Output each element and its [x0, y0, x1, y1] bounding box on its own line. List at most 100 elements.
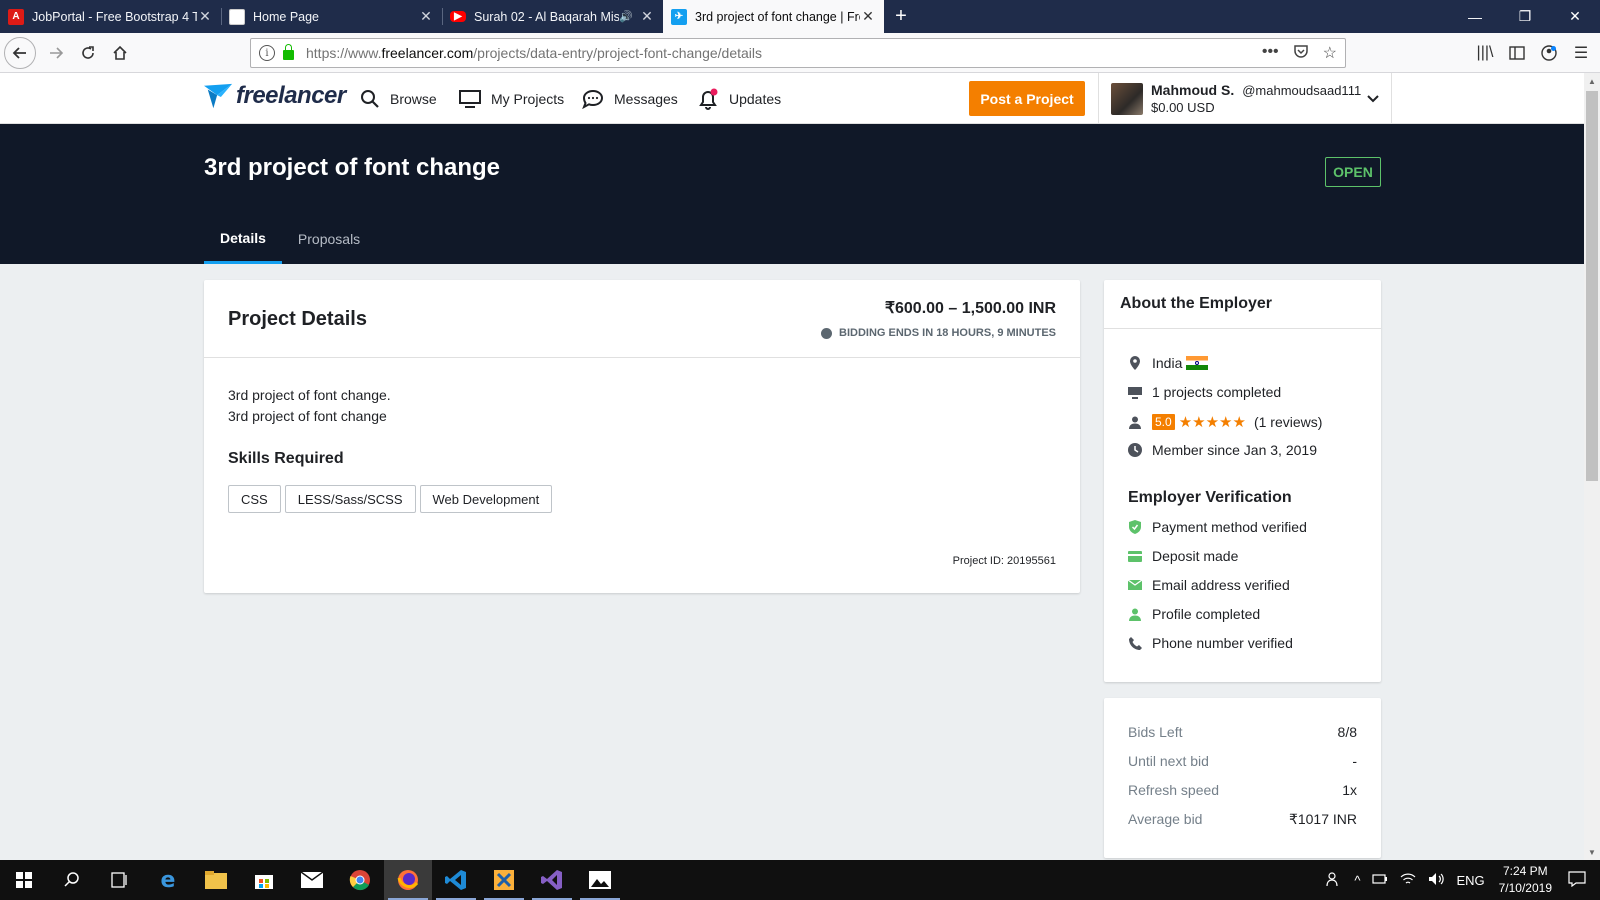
- project-description: 3rd project of font change. 3rd project …: [228, 385, 391, 427]
- chevron-down-icon[interactable]: [1367, 90, 1379, 106]
- verification-label: Deposit made: [1152, 548, 1239, 564]
- tab-title: 3rd project of font change | Fre: [695, 9, 860, 24]
- logo-text: freelancer: [236, 82, 346, 109]
- chevron-up-icon[interactable]: ^: [1354, 873, 1360, 888]
- reviews-count[interactable]: (1 reviews): [1254, 414, 1322, 430]
- skill-tag[interactable]: LESS/Sass/SCSS: [284, 485, 416, 513]
- people-icon[interactable]: [1326, 871, 1342, 890]
- page-actions-icon[interactable]: •••: [1262, 43, 1279, 64]
- bookmark-star-icon[interactable]: ☆: [1323, 43, 1337, 64]
- close-window-icon[interactable]: ✕: [1550, 0, 1600, 33]
- bids-label: Average bid: [1128, 811, 1203, 827]
- skill-tag[interactable]: CSS: [228, 485, 281, 513]
- user-icon: [1128, 415, 1142, 429]
- taskbar-clock[interactable]: 7:24 PM 7/10/2019: [1499, 863, 1552, 897]
- task-view-icon[interactable]: [96, 860, 144, 900]
- clock-date: 7/10/2019: [1498, 881, 1552, 895]
- home-button[interactable]: [104, 37, 136, 69]
- back-button[interactable]: [4, 36, 36, 69]
- verification-label: Payment method verified: [1152, 519, 1307, 535]
- menu-icon[interactable]: ☰: [1570, 37, 1592, 69]
- library-icon[interactable]: |||\: [1474, 37, 1496, 69]
- india-flag-icon: [1186, 356, 1209, 370]
- tab-proposals[interactable]: Proposals: [282, 214, 376, 264]
- nav-messages[interactable]: Messages: [582, 73, 678, 124]
- notifications-icon[interactable]: [1568, 870, 1586, 890]
- browser-tab-home[interactable]: Home Page ✕: [221, 0, 442, 33]
- bids-row: Average bid ₹1017 INR: [1128, 811, 1357, 828]
- tab-details[interactable]: Details: [204, 214, 282, 264]
- reload-icon: [82, 45, 94, 59]
- xampp-icon[interactable]: [480, 860, 528, 900]
- avatar: [1111, 82, 1143, 115]
- description-line: 3rd project of font change: [228, 408, 387, 424]
- chrome-icon[interactable]: [336, 860, 384, 900]
- description-line: 3rd project of font change.: [228, 387, 391, 403]
- visual-studio-icon[interactable]: [528, 860, 576, 900]
- budget: ₹600.00 – 1,500.00 INR: [884, 300, 1056, 317]
- new-tab-button[interactable]: +: [884, 0, 918, 33]
- close-tab-icon[interactable]: ✕: [860, 8, 876, 25]
- file-explorer-icon[interactable]: [192, 860, 240, 900]
- nav-updates[interactable]: Updates: [697, 73, 781, 124]
- close-tab-icon[interactable]: ✕: [197, 8, 213, 25]
- restore-icon[interactable]: ❐: [1500, 0, 1550, 33]
- bids-row: Bids Left 8/8: [1128, 724, 1357, 740]
- nav-my-projects[interactable]: My Projects: [459, 73, 564, 124]
- edge-icon[interactable]: e: [144, 860, 192, 900]
- credit-card-icon: [1128, 549, 1142, 563]
- browser-nav-bar: i https://www.freelancer.com/projects/da…: [0, 33, 1600, 73]
- user-menu[interactable]: Mahmoud S. @mahmoudsaad111 $0.00 USD: [1098, 73, 1392, 124]
- photos-icon[interactable]: [576, 860, 624, 900]
- skill-tag[interactable]: Web Development: [419, 485, 553, 513]
- mail-icon[interactable]: [288, 860, 336, 900]
- sidebar-icon[interactable]: [1506, 37, 1528, 69]
- nav-label: Updates: [729, 90, 782, 107]
- browser-tab-jobportal[interactable]: A JobPortal - Free Bootstrap 4 Ter ✕: [0, 0, 221, 33]
- browser-tab-freelancer[interactable]: ✈ 3rd project of font change | Fre ✕: [663, 0, 884, 33]
- forward-button[interactable]: [40, 37, 72, 69]
- member-since: Member since Jan 3, 2019: [1152, 442, 1317, 458]
- phone-icon: [1128, 636, 1142, 650]
- monitor-icon: [1128, 385, 1142, 399]
- firefox-icon[interactable]: [384, 860, 432, 900]
- site-info-icon[interactable]: i: [259, 45, 275, 61]
- store-icon[interactable]: [240, 860, 288, 900]
- search-icon[interactable]: [48, 860, 96, 900]
- scroll-up-icon[interactable]: ▲: [1584, 73, 1600, 89]
- bids-row: Until next bid -: [1128, 753, 1357, 769]
- wifi-icon[interactable]: [1400, 872, 1416, 889]
- employer-projects: 1 projects completed: [1128, 384, 1281, 400]
- bidding-ends-text: BIDDING ENDS IN 18 HOURS, 9 MINUTES: [839, 327, 1056, 339]
- home-icon: [113, 45, 127, 60]
- scrollbar-thumb[interactable]: [1586, 91, 1598, 481]
- lock-icon[interactable]: [283, 44, 294, 60]
- bids-value: 1x: [1342, 782, 1357, 798]
- pocket-icon[interactable]: [1293, 43, 1309, 64]
- address-bar[interactable]: i https://www.freelancer.com/projects/da…: [250, 38, 1346, 68]
- freelancer-logo[interactable]: freelancer: [204, 81, 346, 111]
- windows-start-icon[interactable]: [0, 860, 48, 900]
- battery-icon[interactable]: [1372, 873, 1388, 888]
- minimize-icon[interactable]: —: [1450, 0, 1500, 33]
- user-balance: $0.00 USD: [1151, 99, 1215, 115]
- tab-title: Surah 02 - Al Baqarah Misha: [474, 9, 620, 24]
- employer-heading: About the Employer: [1104, 280, 1381, 329]
- freelancer-bird-icon: [204, 83, 233, 109]
- close-tab-icon[interactable]: ✕: [639, 8, 655, 25]
- page-scrollbar[interactable]: ▲ ▼: [1584, 73, 1600, 860]
- vscode-icon[interactable]: [432, 860, 480, 900]
- account-icon[interactable]: [1538, 37, 1560, 69]
- browser-tab-youtube[interactable]: ▶ Surah 02 - Al Baqarah Misha 🔊 ✕: [442, 0, 663, 33]
- url-text[interactable]: https://www.freelancer.com/projects/data…: [306, 45, 1262, 61]
- scroll-down-icon[interactable]: ▼: [1584, 844, 1600, 860]
- project-details-card: Project Details ₹600.00 – 1,500.00 INR B…: [204, 280, 1080, 593]
- reload-button[interactable]: [72, 37, 104, 69]
- speaker-icon[interactable]: 🔊: [619, 10, 633, 23]
- volume-icon[interactable]: [1428, 872, 1445, 889]
- verification-label: Profile completed: [1152, 606, 1261, 622]
- nav-browse[interactable]: Browse: [360, 73, 437, 124]
- post-project-button[interactable]: Post a Project: [969, 81, 1085, 116]
- close-tab-icon[interactable]: ✕: [418, 8, 434, 25]
- language-indicator[interactable]: ENG: [1456, 873, 1484, 888]
